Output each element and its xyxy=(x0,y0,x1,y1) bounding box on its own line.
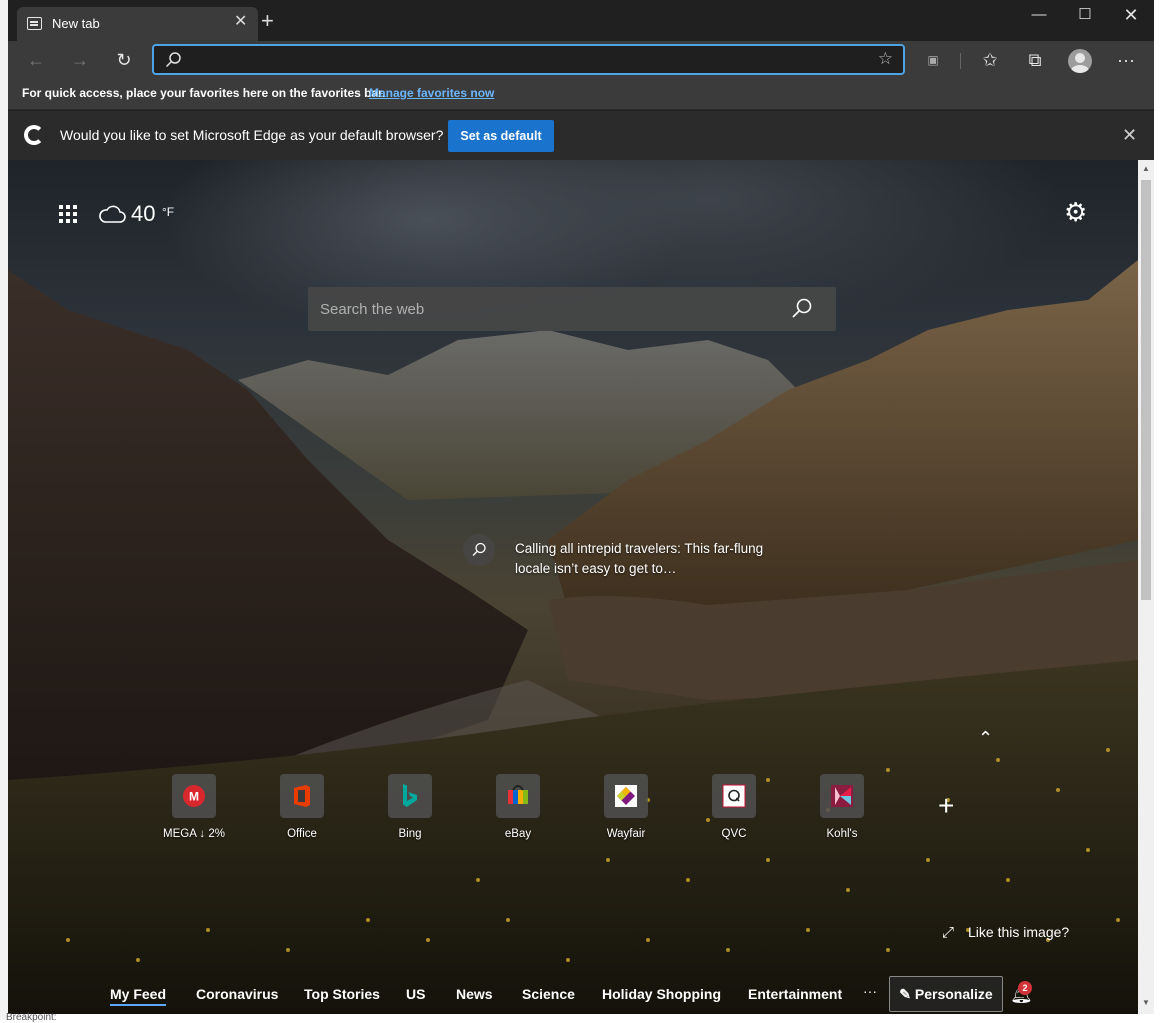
mega-icon: M xyxy=(172,774,216,818)
tab-coronavirus[interactable]: Coronavirus xyxy=(196,986,278,1002)
default-browser-infobar: Would you like to set Microsoft Edge as … xyxy=(8,111,1154,160)
image-caption[interactable]: Calling all intrepid travelers: This far… xyxy=(515,539,765,579)
search-icon[interactable] xyxy=(790,297,814,321)
weather-unit: °F xyxy=(162,205,175,219)
default-browser-question: Would you like to set Microsoft Edge as … xyxy=(60,127,444,143)
ebay-icon xyxy=(496,774,540,818)
manage-favorites-link[interactable]: Manage favorites now xyxy=(369,86,494,100)
add-quick-link-button[interactable]: + xyxy=(938,792,954,820)
personalize-button[interactable]: ✎ Personalize xyxy=(889,976,1003,1012)
tab-news[interactable]: News xyxy=(456,986,493,1002)
forward-icon[interactable]: → xyxy=(65,41,95,79)
quick-link-label: Office xyxy=(287,828,317,840)
svg-text:M: M xyxy=(189,790,199,804)
like-this-image-label: Like this image? xyxy=(968,924,1070,940)
address-input[interactable] xyxy=(190,50,850,70)
tab-my-feed[interactable]: My Feed xyxy=(110,986,167,1006)
quick-link-ebay[interactable]: eBay xyxy=(486,774,550,840)
close-window-button[interactable]: ✕ xyxy=(1108,4,1154,28)
set-as-default-button[interactable]: Set as default xyxy=(448,120,554,152)
quick-link-kohls[interactable]: Kohl's xyxy=(810,774,874,840)
image-info-icon[interactable] xyxy=(463,534,495,566)
collections-icon[interactable]: ⧉ xyxy=(1020,41,1050,79)
address-bar[interactable]: ☆ xyxy=(152,44,905,75)
quick-link-label: QVC xyxy=(721,828,747,840)
quick-link-label: eBay xyxy=(504,828,532,840)
new-tab-button[interactable]: + xyxy=(261,10,274,32)
favorites-bar: For quick access, place your favorites h… xyxy=(8,79,1154,110)
browser-window: New tab ✕ + — ☐ ✕ ← → ↻ ☆ ▣ ✩ ⧉ ··· For … xyxy=(8,0,1154,1014)
extension-icon[interactable]: ▣ xyxy=(918,41,948,79)
navigation-toolbar: ← → ↻ ☆ ▣ ✩ ⧉ ··· xyxy=(8,41,1154,79)
maximize-button[interactable]: ☐ xyxy=(1062,4,1108,28)
chevron-up-icon[interactable]: ⌃ xyxy=(978,728,993,749)
quick-link-mega[interactable]: M MEGA ↓ 2% xyxy=(162,774,226,840)
tab-top-stories[interactable]: Top Stories xyxy=(304,986,380,1002)
cloud-weather-icon[interactable] xyxy=(98,200,126,228)
quick-link-bing[interactable]: Bing xyxy=(378,774,442,840)
back-icon[interactable]: ← xyxy=(21,41,51,79)
pencil-icon: ✎ xyxy=(899,985,915,1002)
status-text: Breakpoint: xyxy=(6,1012,57,1023)
weather-temperature[interactable]: 40 xyxy=(131,201,155,227)
office-icon xyxy=(280,774,324,818)
quick-link-qvc[interactable]: QVC xyxy=(702,774,766,840)
web-search-box[interactable] xyxy=(308,287,836,331)
desktop-background-strip xyxy=(0,0,8,1020)
search-icon xyxy=(165,52,181,68)
quick-link-label: Wayfair xyxy=(606,828,646,840)
qvc-icon xyxy=(712,774,756,818)
title-bar: New tab ✕ + — ☐ ✕ xyxy=(8,0,1154,41)
scroll-up-arrow-icon[interactable]: ▲ xyxy=(1142,164,1150,173)
refresh-icon[interactable]: ↻ xyxy=(109,41,139,79)
personalize-label: Personalize xyxy=(914,985,993,1002)
like-this-image-link[interactable]: ⤢ Like this image? xyxy=(942,924,1069,941)
web-search-input[interactable] xyxy=(320,299,760,319)
tab-us[interactable]: US xyxy=(406,986,425,1002)
quick-link-label: Bing xyxy=(398,828,422,840)
minimize-button[interactable]: — xyxy=(1016,4,1062,28)
favorites-bar-message: For quick access, place your favorites h… xyxy=(22,86,386,100)
wayfair-icon xyxy=(604,774,648,818)
expand-icon: ⤢ xyxy=(942,924,955,941)
notification-badge: 2 xyxy=(1018,981,1032,995)
bing-icon xyxy=(388,774,432,818)
more-tabs-icon[interactable]: ··· xyxy=(863,983,877,999)
favorite-star-icon[interactable]: ☆ xyxy=(878,49,893,69)
tab-new-tab[interactable]: New tab ✕ xyxy=(17,7,258,41)
new-tab-page: 40 °F ⚙ Calling all intrepid travelers: … xyxy=(8,160,1138,1014)
scrollbar-thumb[interactable] xyxy=(1141,180,1151,600)
more-icon[interactable]: ··· xyxy=(1111,41,1141,79)
toolbar-separator xyxy=(960,53,961,69)
quick-link-label: MEGA ↓ 2% xyxy=(163,828,225,840)
edge-logo-icon xyxy=(24,125,44,145)
tab-entertainment[interactable]: Entertainment xyxy=(748,986,842,1002)
gear-icon[interactable]: ⚙ xyxy=(1064,198,1087,226)
tab-holiday-shopping[interactable]: Holiday Shopping xyxy=(602,986,721,1002)
tab-title: New tab xyxy=(52,16,100,31)
tab-close-icon[interactable]: ✕ xyxy=(234,14,247,30)
close-infobar-icon[interactable]: ✕ xyxy=(1122,125,1137,146)
tab-science[interactable]: Science xyxy=(522,986,575,1002)
apps-launcher-icon[interactable] xyxy=(59,205,77,223)
quick-link-label: Kohl's xyxy=(826,828,858,840)
scroll-down-arrow-icon[interactable]: ▼ xyxy=(1142,998,1150,1007)
kohls-icon xyxy=(820,774,864,818)
quick-link-office[interactable]: Office xyxy=(270,774,334,840)
favorites-icon[interactable]: ✩ xyxy=(975,41,1005,79)
new-tab-page-icon xyxy=(27,17,42,30)
profile-icon[interactable] xyxy=(1068,49,1092,73)
feed-navigation: My Feed Coronavirus Top Stories US News … xyxy=(8,968,1138,1014)
page-scrollbar[interactable]: ▲ ▼ xyxy=(1138,160,1154,1014)
quick-link-wayfair[interactable]: Wayfair xyxy=(594,774,658,840)
